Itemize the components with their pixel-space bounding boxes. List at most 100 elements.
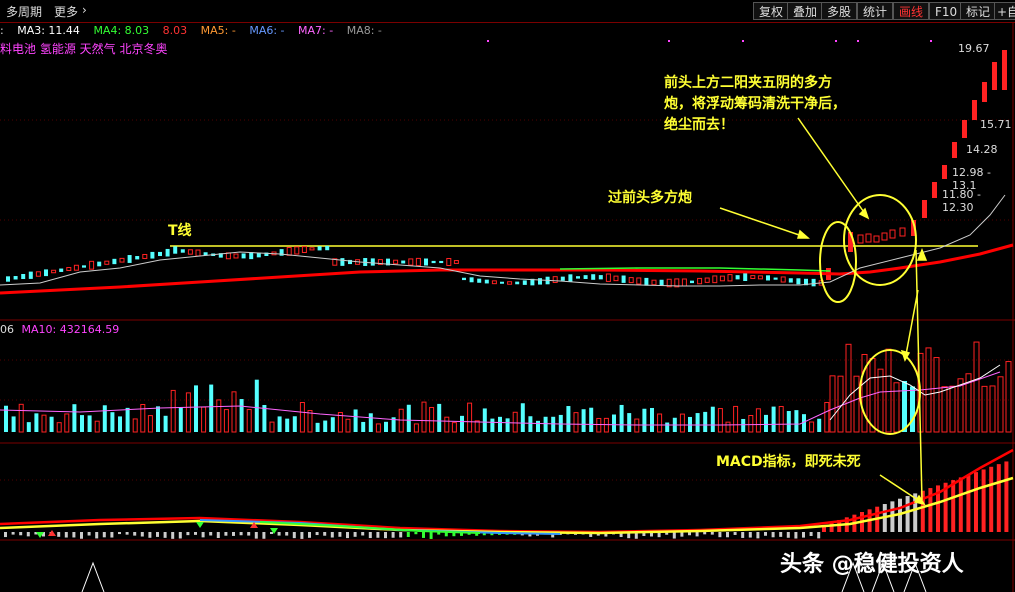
macd-bar <box>72 532 76 538</box>
candle <box>89 260 95 270</box>
volume-bar <box>778 405 784 433</box>
candle <box>932 182 937 198</box>
macd-bar <box>224 532 228 536</box>
volume-bar <box>902 380 907 432</box>
macd-bar <box>178 532 182 539</box>
volume-bar <box>853 375 860 433</box>
volume-bar <box>34 413 39 432</box>
candle <box>583 275 588 279</box>
volume-bar <box>216 399 222 433</box>
macd-bar <box>315 532 319 536</box>
volume-bar <box>11 416 16 432</box>
volume-bar <box>209 384 214 432</box>
macd-bar <box>376 532 380 538</box>
macd-bar <box>710 532 714 535</box>
volume-bar <box>679 413 685 433</box>
macd-bar <box>741 532 745 538</box>
volume-bar <box>437 403 442 432</box>
volume-bar <box>717 408 723 433</box>
candle <box>142 253 148 259</box>
annotation-arrows <box>719 117 928 506</box>
candle <box>719 275 725 282</box>
volume-bar <box>64 413 70 433</box>
candle <box>780 276 786 283</box>
volume-bar <box>125 407 130 432</box>
volume-bar <box>612 414 616 432</box>
candle <box>697 277 703 285</box>
candle <box>462 277 466 281</box>
candle <box>401 260 406 264</box>
macd-bar <box>779 532 783 537</box>
candle <box>598 275 603 280</box>
volume-bar <box>254 379 259 432</box>
volume-bar <box>725 421 731 433</box>
macd-bar <box>361 532 365 536</box>
volume-bar <box>94 420 100 433</box>
macd-bar <box>429 532 433 539</box>
t-line-label: T线 <box>168 223 192 239</box>
macd-bar <box>26 532 30 537</box>
candle <box>104 260 110 265</box>
candle <box>119 257 125 263</box>
macd-bar <box>330 532 334 538</box>
volume-bar <box>467 402 473 433</box>
volume-bar <box>603 417 609 433</box>
macd-bar <box>905 496 910 532</box>
volume-bar <box>315 422 320 432</box>
volume-bar <box>460 415 464 432</box>
volume-bar <box>56 422 62 433</box>
candle <box>408 258 414 266</box>
candle <box>591 274 596 280</box>
candle <box>370 258 375 266</box>
candle <box>922 200 927 218</box>
macd-bar <box>817 532 821 539</box>
price-label-high: 19.67 <box>958 42 990 55</box>
macd-bar <box>346 532 349 539</box>
candle <box>309 247 315 251</box>
macd-bar <box>163 532 167 538</box>
volume-bar <box>1005 361 1012 433</box>
volume-bar <box>829 375 836 433</box>
candle <box>249 252 254 260</box>
volume-bar <box>451 422 457 433</box>
volume-bar <box>589 407 594 432</box>
volume-bar <box>87 415 92 432</box>
candle <box>507 281 513 285</box>
candle <box>180 249 185 253</box>
volume-bar <box>384 421 388 432</box>
macd-bar <box>57 532 61 537</box>
candle <box>477 278 482 283</box>
volume-bar <box>771 406 776 432</box>
candle <box>899 227 906 237</box>
volume-bar <box>498 416 502 432</box>
macd-bar <box>353 532 357 537</box>
candle <box>13 276 18 280</box>
macd-bar <box>4 532 7 538</box>
candle <box>773 277 778 280</box>
cannon-annotation: 前头上方二阳夹五阴的多方 炮，将浮动筹码清洗干净后， 绝尘而去！ <box>664 75 846 133</box>
candle <box>415 257 421 267</box>
signal-dots <box>487 40 932 42</box>
macd-bar <box>239 532 243 536</box>
volume-bar <box>413 423 419 433</box>
candle <box>233 253 239 259</box>
volume-bar <box>147 415 153 433</box>
macd-bar <box>951 480 956 532</box>
macd-bar <box>368 532 372 539</box>
candle <box>538 278 542 285</box>
volume-bar <box>292 416 297 432</box>
volume-bar <box>231 391 237 433</box>
volume-bar <box>933 357 940 433</box>
macd-bar <box>809 532 813 536</box>
volume-bar <box>619 404 624 432</box>
candle <box>127 255 132 263</box>
macd-bar <box>95 532 99 539</box>
volume-bar <box>398 408 404 433</box>
candle <box>431 260 436 264</box>
volume-bar <box>482 408 487 432</box>
volume-bar <box>307 409 313 433</box>
macd-bar <box>399 532 403 538</box>
volume-bar <box>163 415 168 432</box>
volume-bar <box>695 413 700 432</box>
volume-bar <box>156 406 160 432</box>
